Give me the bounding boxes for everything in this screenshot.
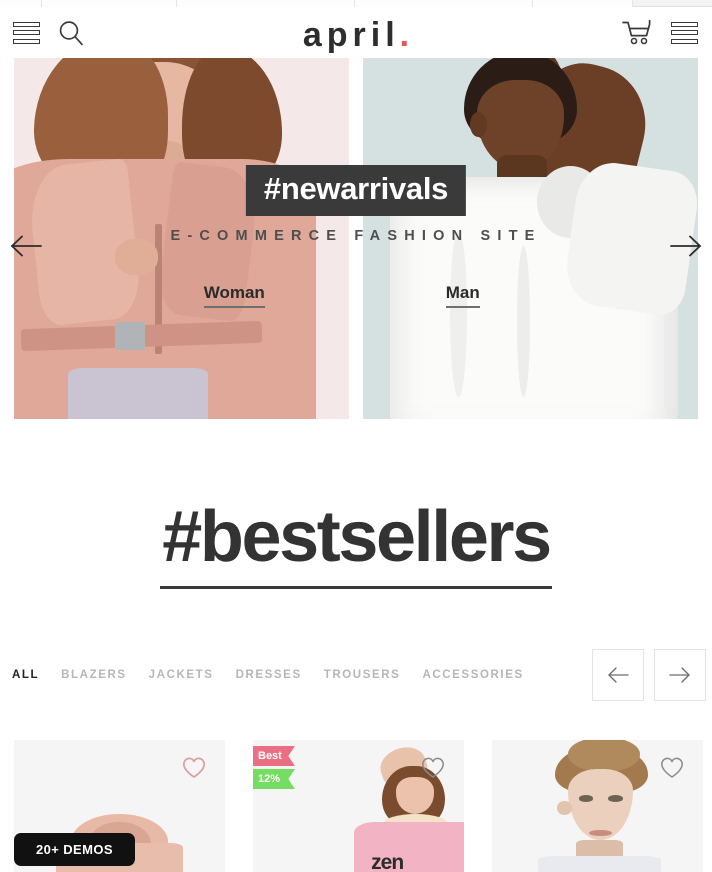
header-left-group	[0, 19, 85, 47]
hero-link-cell-man: Man	[349, 283, 712, 308]
bestsellers-title: #bestsellers	[160, 499, 552, 589]
list-menu-icon[interactable]	[671, 21, 698, 44]
hero-next-arrow-icon[interactable]	[664, 224, 708, 268]
arrow-left-icon	[608, 667, 629, 683]
header-right-group	[621, 19, 712, 46]
hero-panel-man[interactable]	[363, 58, 698, 419]
browser-tab[interactable]	[0, 0, 42, 7]
filter-blazers[interactable]: BLAZERS	[61, 669, 127, 681]
page-viewport: april. #newarrivals E-COMMERCE FASHION S…	[0, 0, 712, 872]
wishlist-heart-icon[interactable]	[660, 757, 684, 779]
product-badges: Best 12%	[253, 746, 295, 792]
site-logo[interactable]: april.	[0, 16, 712, 55]
arrow-right-icon	[669, 667, 690, 683]
site-header: april.	[0, 7, 712, 58]
logo-dot: .	[399, 16, 410, 54]
product-card[interactable]: zen Best 12%	[253, 740, 464, 872]
filter-trousers[interactable]: TROUSERS	[324, 669, 401, 681]
browser-tab[interactable]	[177, 0, 355, 7]
product-card[interactable]	[492, 740, 703, 872]
filter-dresses[interactable]: DRESSES	[236, 669, 302, 681]
hero-prev-arrow-icon[interactable]	[4, 224, 48, 268]
wishlist-heart-icon[interactable]	[421, 757, 445, 779]
carousel-next-button[interactable]	[654, 649, 706, 701]
carousel-nav	[592, 649, 712, 701]
browser-tab[interactable]	[355, 0, 533, 7]
browser-tab[interactable]	[42, 0, 177, 7]
bestsellers-title-wrap: #bestsellers	[0, 499, 712, 589]
hero-link-woman[interactable]: Woman	[203, 283, 265, 308]
filter-jackets[interactable]: JACKETS	[149, 669, 214, 681]
hero-panel-woman[interactable]	[14, 58, 349, 419]
hero-slider: #newarrivals E-COMMERCE FASHION SITE Wom…	[0, 58, 712, 419]
filter-list: ALL BLAZERS JACKETS DRESSES TROUSERS ACC…	[0, 669, 524, 681]
shopping-cart-icon[interactable]	[621, 19, 652, 46]
product-graphic-text: zen	[371, 850, 404, 872]
browser-chrome-strip	[0, 0, 712, 7]
product-filter-row: ALL BLAZERS JACKETS DRESSES TROUSERS ACC…	[0, 636, 712, 714]
wishlist-heart-icon[interactable]	[182, 757, 206, 779]
hero-tag-newarrivals[interactable]: #newarrivals	[245, 165, 467, 216]
hero-link-cell-woman: Woman	[0, 283, 349, 308]
badge-discount: 12%	[253, 769, 295, 789]
badge-best: Best	[253, 746, 295, 766]
demos-badge[interactable]: 20+ DEMOS	[14, 833, 135, 866]
filter-all[interactable]: ALL	[12, 669, 39, 681]
hero-panels	[0, 58, 712, 419]
logo-text: april	[302, 16, 400, 54]
hero-link-man[interactable]: Man	[445, 283, 480, 308]
carousel-prev-button[interactable]	[592, 649, 644, 701]
hamburger-menu-icon[interactable]	[13, 21, 40, 44]
search-icon[interactable]	[57, 19, 85, 47]
hero-category-links: Woman Man	[0, 283, 712, 308]
browser-tab[interactable]	[533, 0, 633, 7]
hero-image-man	[363, 58, 698, 419]
hero-image-woman	[14, 58, 349, 419]
filter-accessories[interactable]: ACCESSORIES	[422, 669, 523, 681]
